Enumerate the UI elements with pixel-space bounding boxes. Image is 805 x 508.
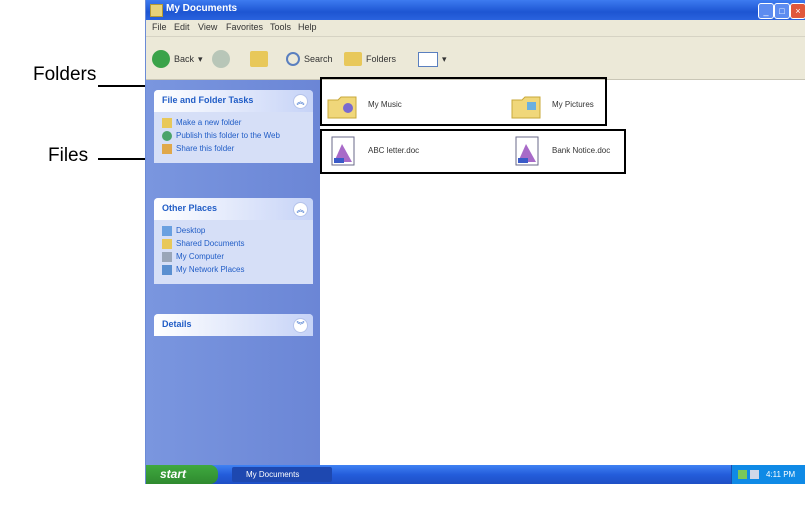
other-places-panel: Other Places ︽ Desktop Shared Documents … <box>154 198 313 284</box>
views-icon <box>418 51 438 67</box>
back-arrow-icon <box>152 50 170 68</box>
network-tray-icon[interactable] <box>738 470 747 479</box>
back-button[interactable]: Back ▾ <box>152 50 203 68</box>
folders-label: Folders <box>366 54 397 64</box>
menu-help[interactable]: Help <box>298 22 317 32</box>
network-icon <box>162 265 172 275</box>
collapse-icon[interactable]: ︽ <box>293 94 308 109</box>
maximize-button[interactable]: □ <box>774 3 790 19</box>
share-folder-icon <box>162 144 172 154</box>
clock: 4:11 PM <box>766 470 796 479</box>
chevron-down-icon: ▾ <box>198 53 203 64</box>
views-button[interactable]: ▾ <box>418 50 447 68</box>
file-folder-tasks-panel: File and Folder Tasks ︽ Make a new folde… <box>154 90 313 163</box>
forward-button[interactable] <box>212 50 230 68</box>
minimize-button[interactable]: _ <box>758 3 774 19</box>
expand-icon[interactable]: ︾ <box>293 318 308 333</box>
menu-bar: File Edit View Favorites Tools Help <box>146 20 805 37</box>
back-label: Back <box>174 54 195 64</box>
callout-files-label: Files <box>48 145 89 166</box>
place-link-shared-documents[interactable]: Shared Documents <box>162 239 305 249</box>
volume-icon[interactable] <box>750 470 759 479</box>
search-label: Search <box>304 54 333 64</box>
folders-icon <box>344 52 362 66</box>
file-folder-tasks-header[interactable]: File and Folder Tasks ︽ <box>154 90 313 112</box>
details-header[interactable]: Details ︾ <box>154 314 313 336</box>
panel-title: File and Folder Tasks <box>162 95 254 105</box>
place-link-desktop[interactable]: Desktop <box>162 226 305 236</box>
task-link-new-folder[interactable]: Make a new folder <box>162 118 305 128</box>
menu-view[interactable]: View <box>198 22 217 32</box>
folder-icon <box>150 4 163 17</box>
taskbar-item-my-documents[interactable]: My Documents <box>232 467 332 482</box>
menu-edit[interactable]: Edit <box>174 22 190 32</box>
place-link-my-computer[interactable]: My Computer <box>162 252 305 262</box>
desktop-icon <box>162 226 172 236</box>
title-bar[interactable]: My Documents _ □ × <box>146 0 805 20</box>
explorer-window: My Documents _ □ × File Edit View Favori… <box>145 0 805 484</box>
up-folder-button[interactable] <box>250 50 268 68</box>
panel-title: Details <box>162 319 192 329</box>
taskbar: start My Documents 4:11 PM <box>146 465 805 484</box>
menu-tools[interactable]: Tools <box>270 22 291 32</box>
start-button[interactable]: start <box>146 465 218 484</box>
details-panel: Details ︾ <box>154 314 313 336</box>
up-folder-icon <box>250 51 268 67</box>
files-highlight-box <box>320 129 626 174</box>
close-button[interactable]: × <box>790 3 805 19</box>
place-link-network-places[interactable]: My Network Places <box>162 265 305 275</box>
search-icon <box>286 52 300 66</box>
computer-icon <box>162 252 172 262</box>
globe-icon <box>162 131 172 141</box>
other-places-header[interactable]: Other Places ︽ <box>154 198 313 220</box>
folders-button[interactable]: Folders <box>344 50 396 68</box>
system-tray: 4:11 PM <box>731 465 805 484</box>
folders-highlight-box <box>320 77 607 126</box>
menu-file[interactable]: File <box>152 22 167 32</box>
task-link-share-folder[interactable]: Share this folder <box>162 144 305 154</box>
window-title: My Documents <box>166 3 238 14</box>
toolbar: Back ▾ Search Folders ▾ <box>146 37 805 80</box>
chevron-down-icon: ▾ <box>442 53 447 64</box>
collapse-icon[interactable]: ︽ <box>293 202 308 217</box>
menu-favorites[interactable]: Favorites <box>226 22 263 32</box>
callout-folders-label: Folders <box>33 64 97 85</box>
shared-folder-icon <box>162 239 172 249</box>
task-link-publish-web[interactable]: Publish this folder to the Web <box>162 131 305 141</box>
search-button[interactable]: Search <box>286 50 333 68</box>
forward-arrow-icon <box>212 50 230 68</box>
new-folder-icon <box>162 118 172 128</box>
task-pane: File and Folder Tasks ︽ Make a new folde… <box>146 80 320 465</box>
panel-title: Other Places <box>162 203 218 213</box>
